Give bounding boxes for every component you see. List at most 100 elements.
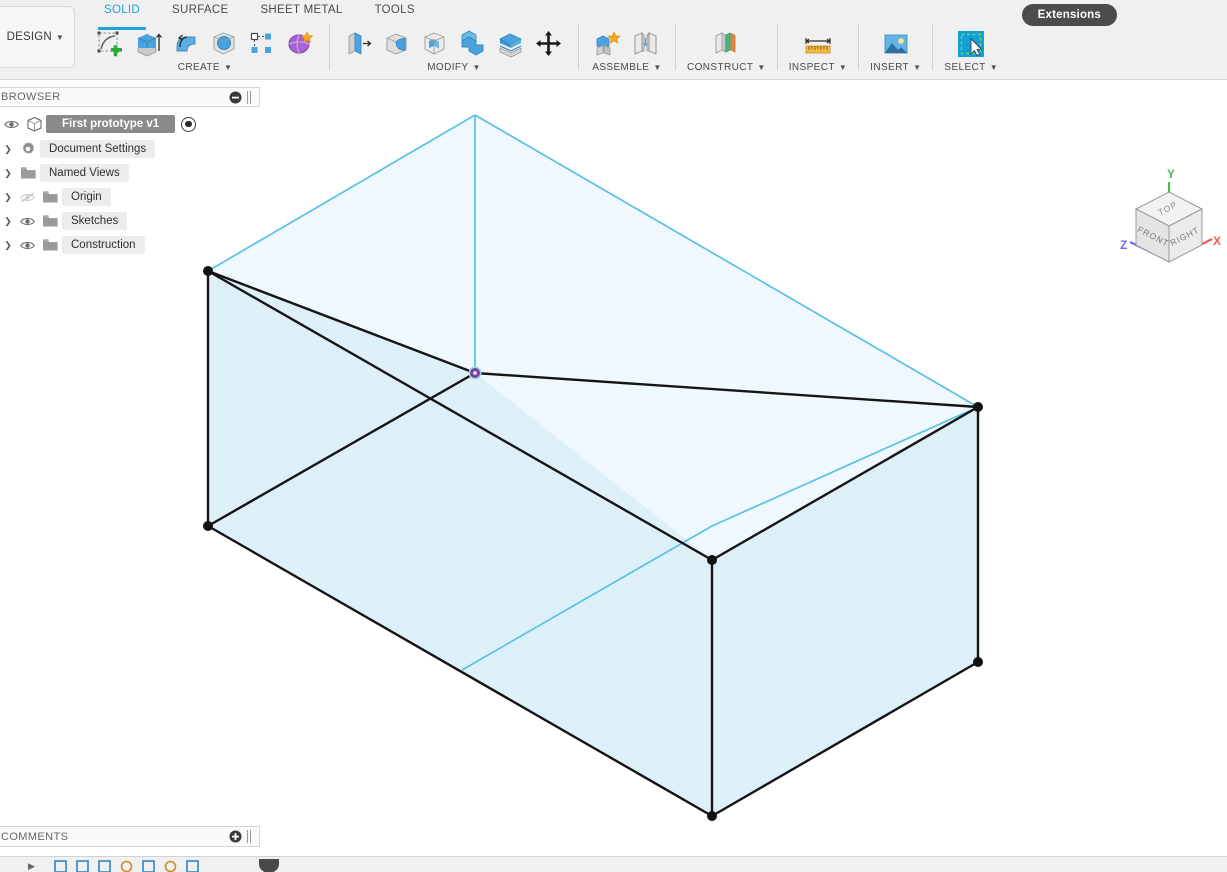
- chevron-down-icon: ▼: [990, 63, 998, 72]
- chevron-right-icon[interactable]: ❯: [0, 240, 16, 251]
- timeline-feature-icon[interactable]: [54, 860, 67, 872]
- browser-item-label: Document Settings: [40, 140, 155, 158]
- chevron-down-icon: ▼: [224, 63, 232, 72]
- component-cube-icon: [22, 116, 46, 133]
- ribbon-group-modify-label: MODIFY▼: [427, 62, 481, 73]
- measure-icon[interactable]: [800, 25, 836, 63]
- browser-item-sketches[interactable]: ❯ Sketches: [0, 209, 260, 233]
- axis-y-label: Y: [1167, 167, 1175, 181]
- create-sketch-icon[interactable]: [92, 25, 128, 63]
- chevron-right-icon[interactable]: ❯: [0, 216, 16, 227]
- view-cube[interactable]: Y X Z TOP FRONT RIGHT: [1112, 166, 1227, 286]
- chevron-right-icon[interactable]: ❯: [0, 144, 16, 155]
- add-plus-icon[interactable]: [228, 830, 242, 844]
- ribbon-divider: [932, 24, 933, 70]
- ribbon-tabs: SOLID SURFACE SHEET METAL TOOLS: [88, 2, 431, 24]
- timeline-feature-icon[interactable]: [76, 860, 89, 872]
- pattern-icon[interactable]: [244, 25, 280, 63]
- fusion-app-window: DESIGN▼ SOLID SURFACE SHEET METAL TOOLS: [0, 0, 1227, 872]
- extrude-icon[interactable]: [130, 25, 166, 63]
- eye-visible-icon[interactable]: [0, 119, 22, 130]
- gear-icon: [16, 141, 40, 157]
- revolve-icon[interactable]: [168, 25, 204, 63]
- vertex-right-upper[interactable]: [973, 402, 983, 412]
- ribbon-group-inspect-label: INSPECT▼: [789, 62, 847, 73]
- vertex-right-lower[interactable]: [973, 657, 983, 667]
- ribbon-group-select: SELECT▼: [940, 24, 1002, 80]
- ribbon-group-create: CREATE▼: [88, 24, 322, 80]
- comments-title: COMMENTS: [1, 831, 68, 843]
- ribbon-group-create-label: CREATE▼: [178, 62, 233, 73]
- ribbon-group-modify: MODIFY▼: [337, 24, 571, 80]
- split-face-icon[interactable]: [493, 25, 529, 63]
- ribbon-group-construct-label: CONSTRUCT▼: [687, 62, 766, 73]
- chevron-right-icon[interactable]: ❯: [0, 192, 16, 203]
- ribbon-group-construct: CONSTRUCT▼: [683, 24, 770, 80]
- browser-title: BROWSER: [1, 91, 61, 103]
- browser-panel: BROWSER First prototype v1 ❯: [0, 87, 260, 257]
- browser-item-label: Origin: [62, 188, 111, 206]
- browser-root-label: First prototype v1: [46, 115, 175, 133]
- tab-solid[interactable]: SOLID: [88, 2, 156, 24]
- tab-tools[interactable]: TOOLS: [359, 2, 431, 24]
- new-component-icon[interactable]: [590, 25, 626, 63]
- insert-image-icon[interactable]: [878, 25, 914, 63]
- chevron-down-icon: ▼: [839, 63, 847, 72]
- browser-root-node[interactable]: First prototype v1: [0, 111, 260, 137]
- vertex-mid-right[interactable]: [707, 555, 717, 565]
- ribbon-group-inspect: INSPECT▼: [785, 24, 851, 80]
- folder-icon: [16, 166, 40, 180]
- panel-grip-icon[interactable]: [247, 830, 253, 843]
- sweep-icon[interactable]: [206, 25, 242, 63]
- timeline-feature-icon[interactable]: [186, 860, 199, 872]
- timeline-feature-icon[interactable]: [98, 860, 111, 872]
- browser-item-named-views[interactable]: ❯ Named Views: [0, 161, 260, 185]
- shell-icon[interactable]: [417, 25, 453, 63]
- select-window-icon[interactable]: [953, 25, 989, 63]
- collapse-minus-icon[interactable]: [228, 90, 242, 104]
- timeline-feature-icon[interactable]: [142, 860, 155, 872]
- browser-item-construction[interactable]: ❯ Construction: [0, 233, 260, 257]
- eye-visible-icon[interactable]: [16, 216, 38, 227]
- axis-x-label: X: [1213, 234, 1221, 248]
- browser-header: BROWSER: [0, 87, 260, 107]
- axis-z-label: Z: [1120, 238, 1127, 252]
- activate-radio-icon[interactable]: [181, 117, 196, 132]
- vertex-center-apex-core: [473, 371, 477, 375]
- vertex-left-top[interactable]: [203, 266, 213, 276]
- timeline-feature-icon[interactable]: [164, 860, 177, 872]
- press-pull-icon[interactable]: [341, 25, 377, 63]
- chevron-down-icon: ▼: [913, 63, 921, 72]
- eye-visible-icon[interactable]: [16, 240, 38, 251]
- timeline-playback-icon[interactable]: ▶: [28, 861, 35, 872]
- tab-sheet-metal[interactable]: SHEET METAL: [244, 2, 358, 24]
- ribbon-group-assemble-label: ASSEMBLE▼: [592, 62, 661, 73]
- vertex-left-bottom[interactable]: [203, 521, 213, 531]
- vertex-front-bottom[interactable]: [707, 811, 717, 821]
- panel-grip-icon[interactable]: [247, 91, 253, 104]
- timeline-marker-icon[interactable]: [258, 859, 280, 872]
- form-icon[interactable]: [282, 25, 318, 63]
- comments-panel-header: COMMENTS: [0, 826, 260, 847]
- ribbon-divider: [858, 24, 859, 70]
- fillet-icon[interactable]: [379, 25, 415, 63]
- eye-hidden-icon[interactable]: [16, 192, 38, 203]
- ribbon-divider: [578, 24, 579, 70]
- tab-surface[interactable]: SURFACE: [156, 2, 244, 24]
- ribbon-panels: CREATE▼: [88, 24, 1227, 80]
- browser-item-document-settings[interactable]: ❯ Document Settings: [0, 137, 260, 161]
- view-cube-body[interactable]: TOP FRONT RIGHT: [1136, 192, 1202, 262]
- joint-icon[interactable]: [628, 25, 664, 63]
- workspace-switcher[interactable]: DESIGN▼: [0, 6, 75, 68]
- chevron-right-icon[interactable]: ❯: [0, 168, 16, 179]
- timeline-feature-icon[interactable]: [120, 860, 133, 872]
- extensions-button[interactable]: Extensions: [1022, 4, 1117, 26]
- construction-plane-icon[interactable]: [708, 25, 744, 63]
- combine-icon[interactable]: [455, 25, 491, 63]
- folder-icon: [38, 214, 62, 228]
- chevron-down-icon: ▼: [56, 33, 64, 42]
- browser-item-label: Construction: [62, 236, 145, 254]
- browser-item-origin[interactable]: ❯ Origin: [0, 185, 260, 209]
- top-toolbar: DESIGN▼ SOLID SURFACE SHEET METAL TOOLS: [0, 0, 1227, 80]
- move-copy-icon[interactable]: [531, 25, 567, 63]
